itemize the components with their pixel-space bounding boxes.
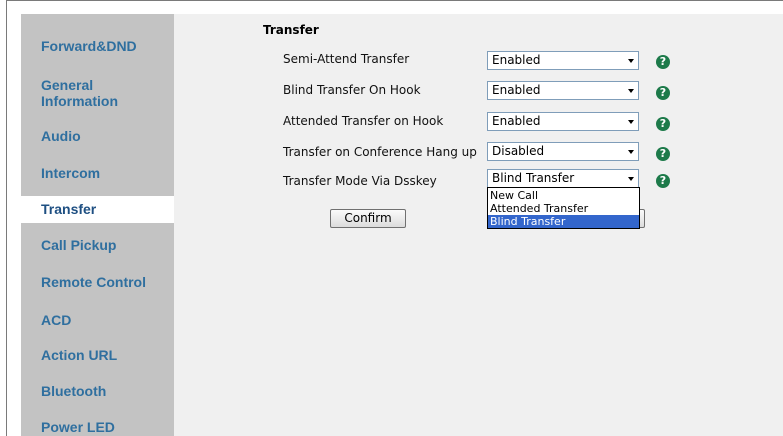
transfer-mode-via-dsskey-label: Transfer Mode Via Dsskey (283, 174, 437, 188)
attended-transfer-on-hook-label: Attended Transfer on Hook (283, 114, 444, 128)
sidebar-item-action-url[interactable]: Action URL (21, 347, 174, 363)
sidebar-item-audio[interactable]: Audio (21, 128, 174, 144)
help-icon[interactable]: ? (656, 174, 670, 188)
sidebar-item-label: General (41, 77, 94, 93)
blind-transfer-on-hook-value: Enabled (492, 83, 541, 97)
attended-transfer-on-hook-value: Enabled (492, 114, 541, 128)
attended-transfer-on-hook-select[interactable]: Enabled (487, 112, 639, 131)
blind-transfer-on-hook-label: Blind Transfer On Hook (283, 83, 421, 97)
chevron-down-icon (628, 89, 634, 93)
sidebar-item-transfer[interactable]: Transfer (21, 196, 180, 223)
sidebar-item-label-line2: Information (41, 93, 118, 109)
sidebar-item-call-pickup[interactable]: Call Pickup (21, 237, 174, 253)
help-icon[interactable]: ? (656, 86, 670, 100)
sidebar-item-intercom[interactable]: Intercom (21, 165, 174, 181)
transfer-on-conference-hang-up-label: Transfer on Conference Hang up (283, 145, 477, 159)
sidebar-item-power-led[interactable]: Power LED (21, 419, 174, 435)
semi-attend-transfer-label: Semi-Attend Transfer (283, 52, 410, 66)
transfer-mode-via-dsskey-value: Blind Transfer (492, 171, 575, 185)
sidebar-item-remote-control[interactable]: Remote Control (21, 274, 174, 290)
dropdown-option-attended-transfer[interactable]: Attended Transfer (488, 202, 639, 215)
content-panel (174, 14, 783, 436)
section-title: Transfer (263, 23, 319, 37)
transfer-on-conference-hang-up-value: Disabled (492, 144, 545, 158)
sidebar-item-bluetooth[interactable]: Bluetooth (21, 383, 174, 399)
dropdown-option-blind-transfer[interactable]: Blind Transfer (488, 215, 639, 228)
sidebar-item-acd[interactable]: ACD (21, 312, 174, 328)
transfer-mode-via-dsskey-select[interactable]: Blind Transfer (487, 169, 639, 188)
blind-transfer-on-hook-select[interactable]: Enabled (487, 81, 639, 100)
semi-attend-transfer-select[interactable]: Enabled (487, 51, 639, 70)
dropdown-option-new-call[interactable]: New Call (488, 189, 639, 202)
sidebar-item-general-information[interactable]: General Information (21, 77, 174, 109)
chevron-down-icon (628, 150, 634, 154)
sidebar-item-forward-dnd[interactable]: Forward&DND (21, 38, 174, 54)
semi-attend-transfer-value: Enabled (492, 53, 541, 67)
transfer-on-conference-hang-up-select[interactable]: Disabled (487, 142, 639, 161)
help-icon[interactable]: ? (656, 55, 670, 69)
chevron-down-icon (628, 120, 634, 124)
sidebar: Forward&DND General Information Audio In… (21, 14, 180, 436)
transfer-mode-dropdown-list: New Call Attended Transfer Blind Transfe… (487, 187, 640, 229)
help-icon[interactable]: ? (656, 117, 670, 131)
chevron-down-icon (628, 59, 634, 63)
chevron-down-icon (628, 177, 634, 181)
confirm-button[interactable]: Confirm (330, 209, 406, 228)
help-icon[interactable]: ? (656, 147, 670, 161)
